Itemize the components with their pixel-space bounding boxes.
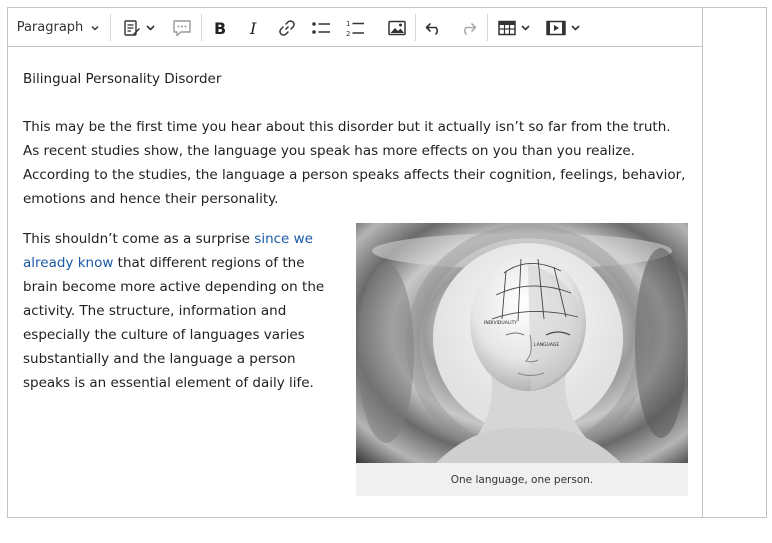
chevron-down-icon bbox=[521, 24, 530, 31]
undo-icon bbox=[425, 21, 443, 35]
chevron-down-icon bbox=[571, 24, 580, 31]
image-label: INDIVIDUALITY bbox=[484, 320, 517, 326]
link-icon bbox=[278, 19, 296, 37]
link-button[interactable] bbox=[274, 8, 300, 47]
paragraph-text: This shouldn’t come as a surprise bbox=[23, 231, 255, 247]
insert-image-button[interactable] bbox=[384, 8, 410, 47]
svg-text:1: 1 bbox=[346, 20, 350, 28]
svg-text:B: B bbox=[214, 20, 226, 36]
toolbar-separator bbox=[487, 14, 488, 41]
paragraph-text: that different regions of the brain beco… bbox=[23, 255, 325, 391]
italic-icon: I bbox=[246, 20, 262, 36]
phrenology-head-image[interactable]: INDIVIDUALITY LANGUAGE bbox=[356, 223, 688, 463]
numbered-list-icon: 1 2 bbox=[345, 19, 365, 37]
side-panel bbox=[702, 7, 767, 518]
insert-media-button[interactable] bbox=[540, 8, 586, 47]
media-icon bbox=[546, 20, 566, 36]
paragraph: This may be the first time you hear abou… bbox=[23, 119, 686, 207]
redo-icon bbox=[459, 21, 477, 35]
table-icon bbox=[498, 20, 516, 36]
comment-button[interactable] bbox=[169, 8, 195, 47]
chevron-down-icon bbox=[146, 24, 155, 31]
toolbar-separator bbox=[201, 14, 202, 41]
format-icon bbox=[123, 19, 141, 37]
comment-icon bbox=[172, 19, 192, 37]
format-dropdown[interactable] bbox=[116, 8, 162, 47]
insert-table-button[interactable] bbox=[492, 8, 536, 47]
chevron-down-icon bbox=[91, 25, 99, 31]
redo-button[interactable] bbox=[455, 8, 481, 47]
document-heading: Bilingual Personality Disorder bbox=[23, 71, 222, 87]
bold-icon: B bbox=[212, 20, 228, 36]
editor-toolbar: Paragraph B I 1 2 bbox=[8, 8, 702, 47]
numbered-list-button[interactable]: 1 2 bbox=[342, 8, 368, 47]
heading-dropdown-label: Paragraph bbox=[16, 20, 84, 35]
paragraph: This shouldn’t come as a surprise since … bbox=[23, 227, 343, 395]
toolbar-separator bbox=[110, 14, 111, 41]
svg-text:I: I bbox=[249, 20, 257, 36]
rich-text-editor: Paragraph B I 1 2 Bilingual Personality … bbox=[7, 7, 703, 518]
italic-button[interactable]: I bbox=[241, 8, 267, 47]
image-caption[interactable]: One language, one person. bbox=[356, 463, 688, 496]
bulleted-list-icon bbox=[311, 20, 331, 36]
image-icon bbox=[388, 20, 406, 36]
toolbar-separator bbox=[415, 14, 416, 41]
bold-button[interactable]: B bbox=[207, 8, 233, 47]
bulleted-list-button[interactable] bbox=[308, 8, 334, 47]
image-label: LANGUAGE bbox=[534, 342, 559, 348]
heading-dropdown[interactable]: Paragraph bbox=[12, 8, 104, 47]
image-figure[interactable]: INDIVIDUALITY LANGUAGE One language, one… bbox=[356, 223, 688, 496]
svg-text:2: 2 bbox=[346, 30, 350, 37]
undo-button[interactable] bbox=[421, 8, 447, 47]
